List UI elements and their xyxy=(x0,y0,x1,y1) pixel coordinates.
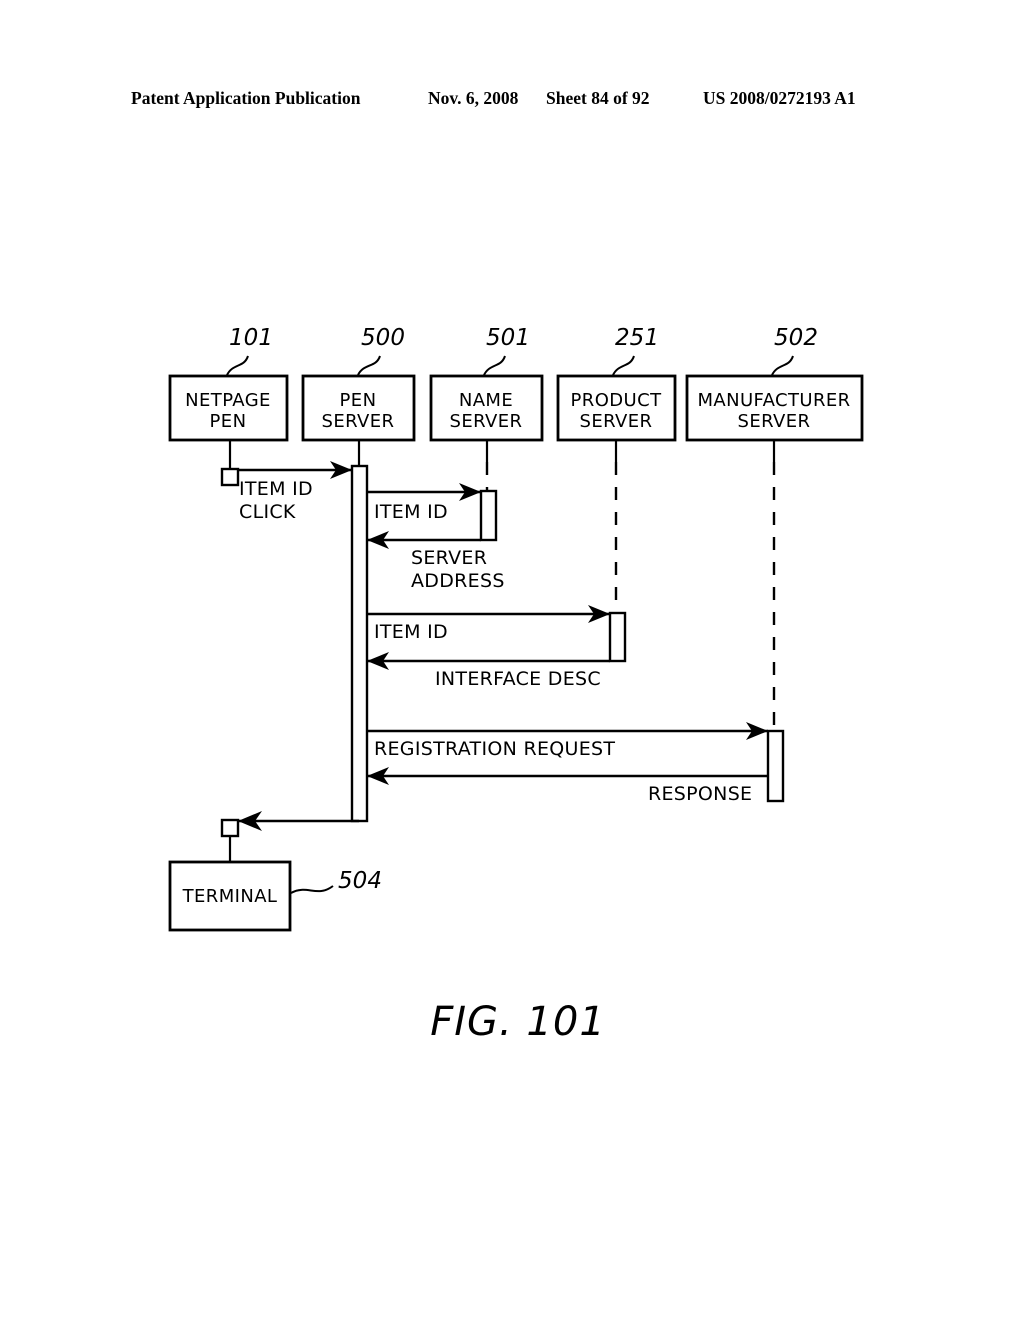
terminal-label: TERMINAL xyxy=(182,886,278,907)
leader-line-251 xyxy=(612,355,635,376)
message-label-item-id-product: ITEM ID xyxy=(374,621,448,643)
participant-label-pen-server-line1: PEN xyxy=(340,390,377,411)
message-response: RESPONSE xyxy=(367,767,768,805)
ref-numeral-500: 500 xyxy=(361,325,405,351)
participant-terminal[interactable]: TERMINAL 504 xyxy=(168,860,382,932)
activation-bar-name-server xyxy=(479,489,498,542)
ref-numeral-501: 501 xyxy=(486,325,530,351)
participant-label-netpage-pen-line2: PEN xyxy=(210,411,247,432)
figure-101-sequence-diagram: 101 500 501 251 502 NETPAGE PEN PEN SERV… xyxy=(168,325,864,1045)
participant-pen-server[interactable]: PEN SERVER xyxy=(301,374,416,442)
ref-numeral-101: 101 xyxy=(229,325,273,351)
figure-caption: FIG. 101 xyxy=(430,999,606,1045)
message-to-terminal xyxy=(220,811,359,864)
message-label-item-id-name: ITEM ID xyxy=(374,501,448,523)
activation-bar-product-server xyxy=(608,611,627,663)
message-item-id-click: ITEM ID CLICK xyxy=(220,461,352,523)
participant-netpage-pen[interactable]: NETPAGE PEN xyxy=(168,374,289,442)
message-interface-desc: INTERFACE DESC xyxy=(367,652,610,690)
patent-page: Patent Application Publication Nov. 6, 2… xyxy=(0,0,1024,1320)
leader-line-502 xyxy=(771,355,794,376)
participant-label-netpage-pen-line1: NETPAGE xyxy=(185,390,271,411)
message-label-registration-request: REGISTRATION REQUEST xyxy=(374,738,615,760)
participant-label-pen-server-line2: SERVER xyxy=(322,411,395,432)
participant-label-product-server-line2: SERVER xyxy=(580,411,653,432)
ref-numeral-251: 251 xyxy=(615,325,659,351)
pen-click-marker-icon xyxy=(220,467,240,487)
terminal-receive-marker-icon xyxy=(220,818,240,838)
participant-label-manufacturer-server-line2: SERVER xyxy=(738,411,811,432)
participant-name-server[interactable]: NAME SERVER xyxy=(429,374,544,442)
participant-product-server[interactable]: PRODUCT SERVER xyxy=(556,374,677,442)
ref-numeral-502: 502 xyxy=(774,325,818,351)
message-label-server-address-line1: SERVER xyxy=(411,547,487,569)
participant-label-name-server-line2: SERVER xyxy=(450,411,523,432)
message-label-item-id-click-line1: ITEM ID xyxy=(239,478,313,500)
message-item-id-product-server: ITEM ID xyxy=(367,605,610,643)
participant-label-product-server-line1: PRODUCT xyxy=(571,390,663,411)
message-label-response: RESPONSE xyxy=(648,783,752,805)
message-item-id-name-server: ITEM ID xyxy=(367,483,481,523)
message-registration-request: REGISTRATION REQUEST xyxy=(367,722,768,760)
leader-line-101 xyxy=(226,355,249,376)
participant-label-name-server-line1: NAME xyxy=(459,390,513,411)
message-label-interface-desc: INTERFACE DESC xyxy=(435,668,601,690)
message-label-item-id-click-line2: CLICK xyxy=(239,501,296,523)
message-label-server-address-line2: ADDRESS xyxy=(411,570,505,592)
participant-manufacturer-server[interactable]: MANUFACTURER SERVER xyxy=(685,374,864,442)
ref-numeral-504: 504 xyxy=(338,868,382,894)
activation-bar-pen-server xyxy=(350,464,369,823)
leader-line-504 xyxy=(290,885,334,894)
leader-line-500 xyxy=(357,355,381,376)
leader-line-501 xyxy=(483,355,506,376)
reference-numerals: 101 500 501 251 502 xyxy=(226,325,818,376)
participant-label-manufacturer-server-line1: MANUFACTURER xyxy=(697,390,850,411)
activation-bar-manufacturer-server xyxy=(766,729,785,803)
